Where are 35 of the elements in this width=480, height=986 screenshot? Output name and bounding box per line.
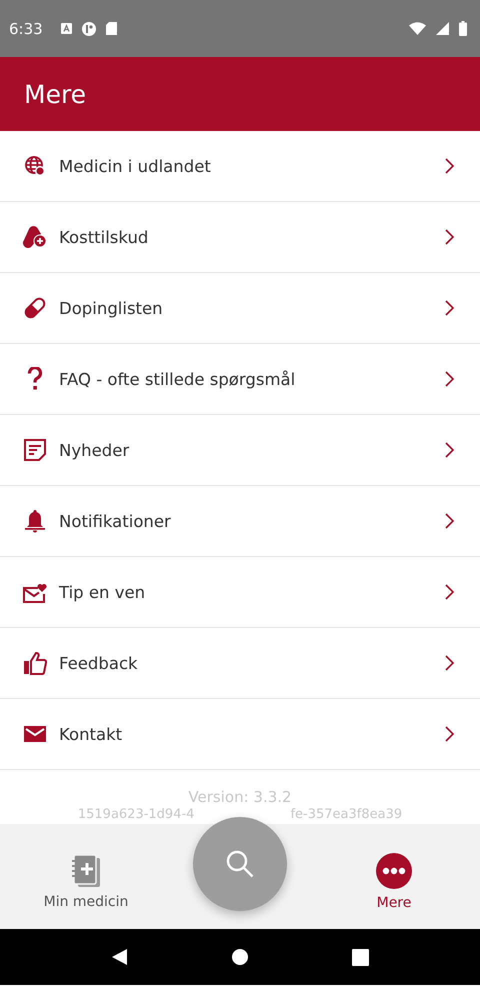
more-icon — [376, 852, 412, 888]
page-title: Mere — [24, 80, 86, 108]
chevron-right-icon — [445, 442, 454, 458]
envelope-heart-icon — [23, 581, 47, 603]
chevron-right-icon — [445, 300, 454, 316]
back-icon[interactable] — [111, 948, 130, 966]
sd-card-icon — [106, 22, 117, 35]
envelope-icon — [23, 725, 47, 743]
chevron-right-icon — [445, 513, 454, 529]
notebook-plus-icon — [71, 854, 101, 888]
chevron-right-icon — [445, 371, 454, 387]
chevron-right-icon — [445, 229, 454, 245]
search-icon — [225, 849, 255, 879]
search-button[interactable] — [193, 817, 287, 911]
home-icon[interactable] — [231, 948, 250, 966]
wifi-icon — [409, 22, 426, 35]
document-icon — [24, 439, 46, 461]
battery-icon — [459, 21, 467, 36]
bell-icon — [24, 509, 46, 533]
chevron-right-icon — [445, 584, 454, 600]
thumbs-up-icon — [23, 651, 47, 675]
capsule-icon — [23, 296, 47, 320]
globe-icon — [24, 155, 46, 177]
circle-icon — [82, 22, 96, 36]
chevron-right-icon — [445, 655, 454, 671]
keyboard-icon — [60, 23, 72, 34]
recents-icon[interactable] — [352, 948, 369, 966]
chevron-right-icon — [445, 726, 454, 742]
pill-plus-icon — [23, 226, 47, 248]
question-icon — [27, 367, 43, 391]
signal-icon — [436, 22, 449, 35]
status-time: 6:33 — [9, 20, 43, 38]
nav-tab[interactable]: Min medicin — [21, 850, 151, 914]
nav-tab[interactable]: Mere — [329, 848, 459, 914]
chevron-right-icon — [445, 158, 454, 174]
